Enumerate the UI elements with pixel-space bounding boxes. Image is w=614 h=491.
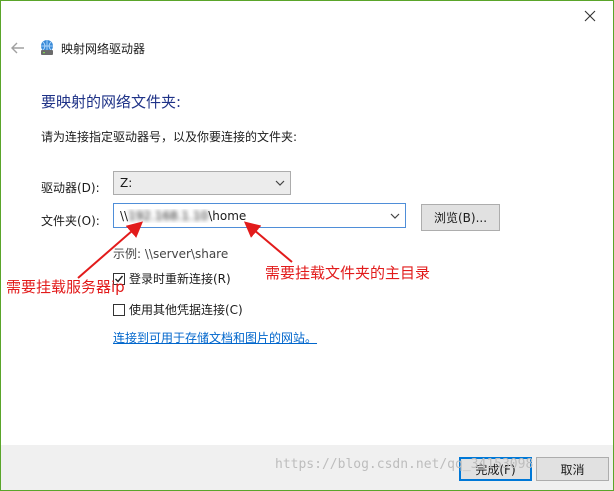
cancel-button[interactable]: 取消 <box>536 457 609 481</box>
other-credentials-label: 使用其他凭据连接(C) <box>129 303 243 317</box>
other-credentials-option[interactable]: 使用其他凭据连接(C) <box>113 301 243 318</box>
example-text: 示例: \\server\share <box>113 247 229 261</box>
finish-button[interactable]: 完成(F) <box>459 457 532 481</box>
network-drive-icon <box>41 40 53 55</box>
folder-label: 文件夹(O): <box>41 214 100 228</box>
dialog-title: 映射网络驱动器 <box>61 42 146 56</box>
storage-website-link[interactable]: 连接到可用于存储文档和图片的网站。 <box>113 329 317 346</box>
folder-input[interactable]: \\192.168.1.10\home <box>113 203 406 228</box>
close-icon <box>584 10 596 22</box>
page-heading: 要映射的网络文件夹: <box>41 93 182 111</box>
dialog-content: 要映射的网络文件夹: 请为连接指定驱动器号，以及你要连接的文件夹: 驱动器(D)… <box>1 67 613 445</box>
back-arrow-icon <box>11 42 24 54</box>
folder-input-value: \\192.168.1.10\home <box>114 209 385 223</box>
chevron-down-icon[interactable] <box>385 213 405 219</box>
folder-value-redacted: 192.168.1.10 <box>128 208 209 223</box>
other-credentials-checkbox[interactable] <box>113 303 125 316</box>
drive-select-value: Z: <box>120 176 133 190</box>
chevron-down-icon <box>270 180 290 186</box>
close-button[interactable] <box>567 1 613 31</box>
back-button[interactable] <box>9 39 27 57</box>
drive-label: 驱动器(D): <box>41 181 100 195</box>
dialog-footer: 完成(F) 取消 <box>1 445 613 490</box>
map-network-drive-dialog: 映射网络驱动器 要映射的网络文件夹: 请为连接指定驱动器号，以及你要连接的文件夹… <box>0 0 614 491</box>
annotation-server-ip: 需要挂载服务器ip <box>6 278 125 296</box>
folder-value-prefix: \\ <box>120 208 129 223</box>
drive-select[interactable]: Z: <box>113 171 291 195</box>
dialog-header: 映射网络驱动器 <box>1 31 613 67</box>
title-bar <box>1 1 613 31</box>
annotation-home-dir: 需要挂载文件夹的主目录 <box>265 264 431 282</box>
browse-button[interactable]: 浏览(B)... <box>421 204 500 231</box>
folder-value-suffix: \home <box>208 208 247 223</box>
reconnect-label: 登录时重新连接(R) <box>129 272 231 286</box>
reconnect-option[interactable]: 登录时重新连接(R) <box>113 270 231 287</box>
instruction-text: 请为连接指定驱动器号，以及你要连接的文件夹: <box>41 130 298 144</box>
